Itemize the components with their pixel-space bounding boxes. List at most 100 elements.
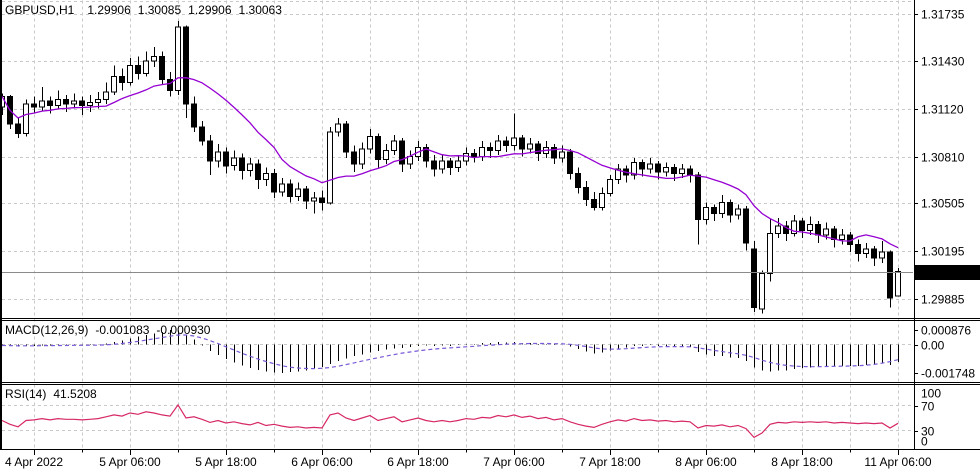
candle [816,224,821,235]
candle [600,194,605,208]
candle [808,224,813,230]
candle [824,229,829,235]
ohlc-low-value: 1.29906 [188,3,231,17]
time-axis-label: 8 Apr 06:00 [675,455,737,469]
candle [248,164,253,170]
candle [736,209,741,215]
chart-window: 1.317351.314301.311201.308101.305051.301… [0,0,980,475]
current-price-tag: 1.30063 [915,265,980,280]
candle [768,234,773,274]
candle [696,175,701,220]
candle [336,124,341,132]
candle [192,104,197,127]
price-axis-label: 1.31430 [921,55,965,69]
candle [512,138,517,146]
candle [320,198,325,203]
candle [856,244,861,253]
current-price-tag-value: 1.30063 [921,266,965,280]
candle [200,127,205,141]
candle [168,80,173,91]
price-axis-label: 1.30810 [921,151,965,165]
candle [640,163,645,169]
candle [760,274,765,309]
ohlc-open-value: 1.29906 [87,3,130,17]
rsi-axis-label: 0 [921,435,928,449]
candle [264,173,269,179]
candle [584,187,589,199]
symbol-timeframe-label: GBPUSD,H1 [5,3,74,17]
candle [208,141,213,161]
candle [376,137,381,160]
candle [776,226,781,234]
candle [480,147,485,156]
macd-axis-label: 0.00 [921,339,945,353]
candle [312,198,317,201]
candle [896,272,901,296]
time-axis-label: 5 Apr 06:00 [99,455,161,469]
ohlc-high-value: 1.30085 [138,3,181,17]
symbol-ohlc-header: GBPUSD,H1 1.29906 1.30085 1.29906 1.30063 [5,4,282,17]
candle [872,249,877,258]
candle [520,138,525,149]
candle [472,153,477,156]
candle [360,149,365,164]
candle [72,101,77,104]
candle [680,169,685,174]
candle [344,124,349,152]
candle [880,252,885,258]
candle [728,203,733,215]
candle [592,200,597,208]
candle [568,152,573,174]
candle [688,169,693,175]
candle [888,252,893,298]
candle [224,152,229,166]
candlestick-layer [0,21,901,314]
rsi-header: RSI(14)41.5208 [5,388,97,401]
candle [152,56,157,61]
candle [672,167,677,173]
candle [712,207,717,213]
time-axis-label: 7 Apr 18:00 [579,455,641,469]
candle [120,76,125,82]
candle [648,164,653,169]
candle [64,100,69,105]
macd-axis-label: 0.000876 [921,324,971,338]
candle [504,141,509,146]
candle [328,132,333,203]
time-axis-label: 6 Apr 18:00 [387,455,449,469]
candle [840,235,845,240]
rsi-line [2,405,898,438]
macd-header: MACD(12,26,9)-0.001083-0.000930 [5,324,210,337]
candle [408,157,413,165]
candle [704,207,709,219]
candle [280,184,285,192]
chart-canvas[interactable]: 1.317351.314301.311201.308101.305051.301… [0,0,980,475]
candle [456,161,461,167]
candle [656,164,661,172]
candle [24,104,29,133]
candle [160,56,165,79]
candle [464,153,469,161]
macd-label: MACD(12,26,9) [5,323,88,337]
candle [144,61,149,73]
candle [128,66,133,83]
candle [184,27,189,104]
candle [232,158,237,166]
candle [352,152,357,164]
candle [296,189,301,197]
price-axis-label: 1.31735 [921,8,965,22]
rsi-axis-label: 100 [921,387,941,401]
candle [528,144,533,149]
candle [576,173,581,187]
candle [288,184,293,196]
candle [56,100,61,106]
candle [560,152,565,158]
candle [32,104,37,107]
candle [240,158,245,170]
candle [800,221,805,230]
candle [176,27,181,90]
candle [432,161,437,169]
macd-main-value: -0.001083 [95,323,149,337]
ohlc-close-value: 1.30063 [239,3,282,17]
price-axis-label: 1.30505 [921,197,965,211]
